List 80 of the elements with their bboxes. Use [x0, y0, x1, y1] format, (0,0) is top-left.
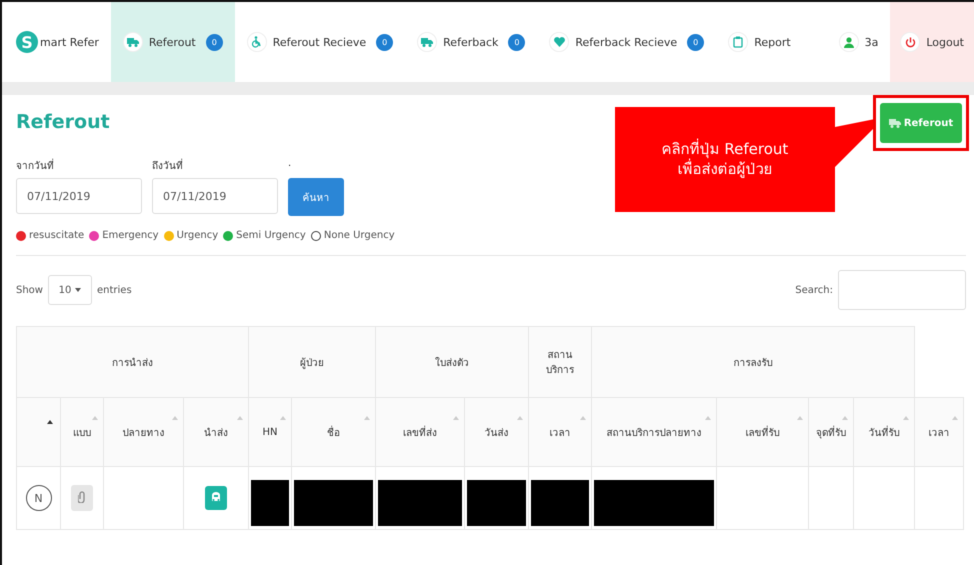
column-header[interactable]: จุดที่รับ	[808, 398, 854, 466]
legend-label: Semi Urgency	[236, 230, 306, 241]
column-header[interactable]: วันส่ง	[464, 398, 528, 466]
clipboard-icon	[728, 32, 748, 52]
sort-icon	[47, 420, 53, 424]
column-header[interactable]: วันที่รับ	[854, 398, 914, 466]
paperclip-icon	[78, 490, 86, 502]
field-label: ถึงวันที่	[152, 158, 278, 170]
column-header[interactable]: แบบ	[60, 398, 104, 466]
legend-label: None Urgency	[324, 230, 395, 241]
callout-note: คลิกที่ปุ่ม Referout เพื่อส่งต่อผู้ป่วย	[615, 107, 835, 212]
sort-icon	[364, 416, 370, 420]
sort-icon	[280, 416, 286, 420]
group-header: การลงรับ	[592, 326, 914, 398]
legend-label: Emergency	[102, 230, 159, 241]
field-label: .	[288, 158, 292, 170]
entries-dropdown[interactable]: 10	[48, 275, 92, 305]
logo-icon: S	[16, 31, 38, 53]
status-dot	[310, 230, 321, 240]
search-button[interactable]: ค้นหา	[288, 178, 344, 216]
sort-icon	[92, 416, 98, 420]
group-header: การนำส่ง	[16, 326, 248, 398]
user-icon	[838, 32, 859, 52]
field-label: จากวันที่	[16, 158, 142, 170]
nav-tab[interactable]: Report	[716, 2, 803, 82]
logout-button[interactable]: Logout	[890, 2, 974, 82]
user-menu[interactable]: 3a	[826, 2, 890, 82]
ambulance-icon	[122, 32, 143, 52]
count-badge: 0	[206, 34, 223, 50]
sort-icon	[903, 416, 909, 420]
count-badge: 0	[376, 34, 394, 50]
entries-label: entries	[96, 284, 132, 296]
legend-label: resuscitate	[29, 230, 84, 241]
group-header: ใบส่งตัว	[376, 326, 528, 398]
date-field[interactable]: 07/11/2019	[16, 178, 142, 214]
nav-tab[interactable]: Referback Recieve 0	[537, 2, 716, 82]
truck-icon	[888, 118, 901, 128]
sort-icon	[580, 416, 586, 420]
count-badge: 0	[508, 34, 526, 50]
sort-icon	[453, 416, 459, 420]
search-field[interactable]	[838, 270, 966, 310]
group-header: ผู้ป่วย	[248, 326, 376, 398]
column-header[interactable]: นำส่ง	[184, 398, 248, 466]
legend-label: Urgency	[176, 230, 218, 241]
column-header[interactable]: เลขที่ส่ง	[376, 398, 464, 466]
van-icon	[417, 32, 438, 52]
sort-icon	[172, 416, 178, 420]
caret-icon	[75, 288, 82, 292]
sort-icon	[705, 416, 711, 420]
ambulance-button[interactable]	[205, 486, 227, 510]
search-label: Search:	[795, 284, 833, 296]
nav-tab[interactable]: Referout Recieve 0	[234, 2, 406, 82]
page-title: Referout	[16, 110, 110, 133]
count-badge: 0	[687, 34, 704, 50]
level-badge: N	[26, 485, 52, 511]
sort-icon	[517, 416, 523, 420]
show-label: Show	[16, 284, 43, 296]
brand-name: mart Refer	[40, 36, 99, 48]
ambulance-icon	[211, 492, 221, 502]
redaction-block	[531, 480, 589, 526]
column-header[interactable]: ปลายทาง	[104, 398, 184, 466]
redaction-block	[251, 480, 289, 526]
column-header[interactable]: เลขที่รับ	[716, 398, 808, 466]
column-header[interactable]: ชื่อ	[292, 398, 376, 466]
sort-icon	[237, 416, 243, 420]
column-header[interactable]: เวลา	[528, 398, 592, 466]
sort-icon	[952, 416, 958, 420]
redaction-block	[467, 480, 526, 526]
group-header: สถาน บริการ	[528, 326, 592, 398]
wheelchair-icon	[246, 32, 267, 52]
attachment-button[interactable]	[71, 485, 93, 511]
date-field[interactable]: 07/11/2019	[152, 178, 278, 214]
column-header[interactable]: สถานบริการปลายทาง	[592, 398, 716, 466]
nav-tab[interactable]: Referout 0	[110, 2, 235, 82]
sort-icon	[797, 416, 803, 420]
column-header[interactable]: เวลา	[914, 398, 964, 466]
nav-tab[interactable]: Referback 0	[405, 2, 538, 82]
sort-icon	[842, 416, 848, 420]
power-icon	[900, 32, 920, 52]
column-header[interactable]: HN	[248, 398, 292, 466]
